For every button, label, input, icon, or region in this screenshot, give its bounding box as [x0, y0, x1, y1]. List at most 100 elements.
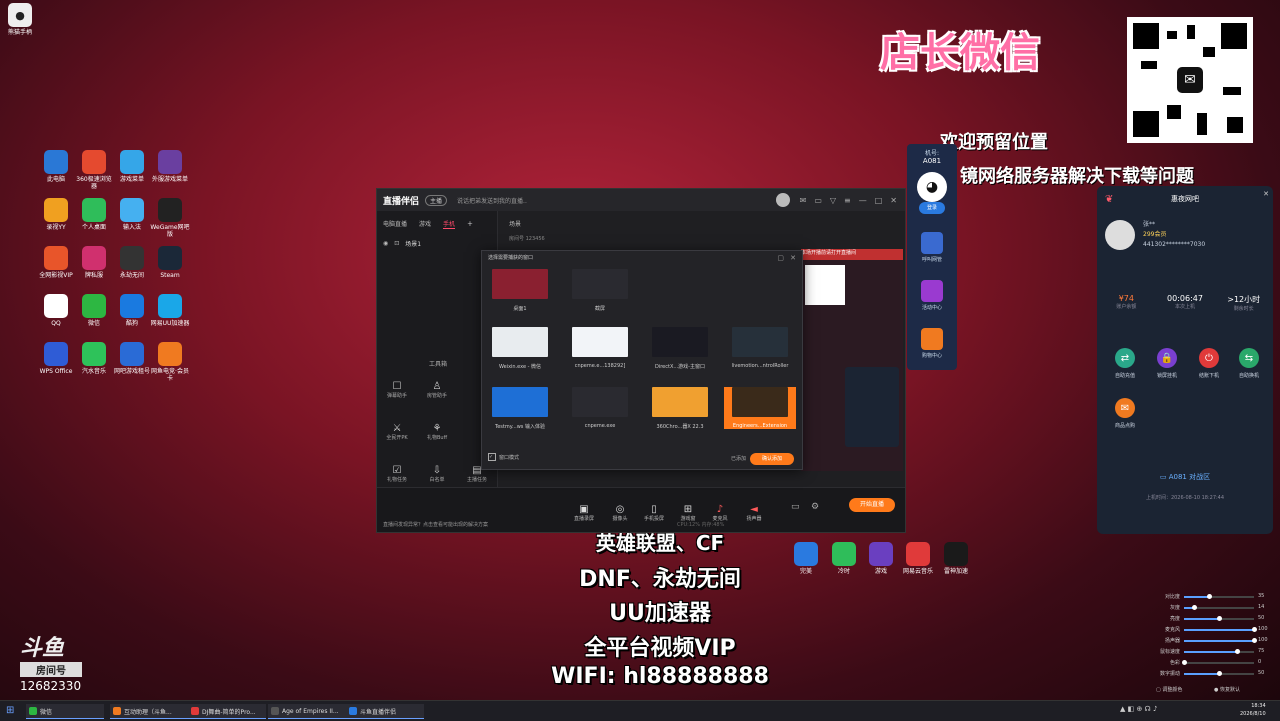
screen-record-button[interactable]: ▣ 直播录屏: [569, 504, 599, 522]
lock-icon[interactable]: ⊡: [394, 240, 399, 247]
desktop-icon-3[interactable]: 外服游戏菜单: [150, 150, 190, 183]
start-live-button[interactable]: 开始直播: [849, 498, 895, 512]
slider-knob[interactable]: [1217, 616, 1222, 621]
taskbar-app-2[interactable]: DJ舞曲-简单的Pro...: [188, 704, 266, 719]
login-button[interactable]: 登录: [919, 202, 945, 214]
desktop-icon-0[interactable]: 此电脑: [36, 150, 76, 183]
add-tab-icon[interactable]: ＋: [467, 219, 473, 229]
desktop-icon-18[interactable]: 网吧游戏租号: [112, 342, 152, 375]
shop-center-item[interactable]: 购物中心: [917, 328, 947, 359]
visibility-icon[interactable]: ◉: [383, 240, 388, 247]
window-thumbnail[interactable]: 桌面1: [484, 269, 556, 312]
desktop-icon-2[interactable]: 游戏菜单: [112, 150, 152, 183]
slider-track[interactable]: [1184, 616, 1254, 621]
window-mode-option[interactable]: ✓ 窗口模式: [488, 453, 519, 461]
menu-icon[interactable]: ≡: [844, 196, 851, 205]
microphone-button[interactable]: ♪ 麦克风: [705, 504, 735, 522]
desktop-icon-11[interactable]: Steam: [150, 246, 190, 279]
desktop-icon-9[interactable]: 牌私服: [74, 246, 114, 279]
app-notice[interactable]: 说话把弟发送到我的直播..: [457, 196, 527, 205]
scene-tab[interactable]: 场景: [509, 219, 521, 228]
window-thumbnail[interactable]: 截屏: [564, 269, 636, 312]
window-thumbnail[interactable]: Testmy...ws 输入体验: [484, 387, 556, 430]
desktop-icon-17[interactable]: 汽水音乐: [74, 342, 114, 375]
settings-icon[interactable]: ⚙: [811, 502, 819, 512]
activity-center-item[interactable]: 活动中心: [917, 280, 947, 311]
slider-knob[interactable]: [1206, 594, 1212, 599]
desktop-icon-15[interactable]: 网易UU加速器: [150, 294, 190, 327]
panel-close-icon[interactable]: ✕: [1263, 190, 1269, 198]
desktop-icon-12[interactable]: QQ: [36, 294, 76, 327]
slider-knob[interactable]: [1252, 627, 1257, 632]
window-thumbnail[interactable]: Weixin.exe - 微信: [484, 327, 556, 370]
taskbar-app-4[interactable]: 斗鱼直播伴侣: [346, 704, 424, 719]
bottom-desktop-icon-3[interactable]: 网易云音乐: [898, 542, 938, 575]
taskbar-app-3[interactable]: Age of Empires II...: [268, 704, 346, 719]
gift-task-tool[interactable]: ☑ 礼物任务: [383, 465, 411, 483]
panel-button-0[interactable]: ⇄ 自助充值: [1105, 348, 1145, 379]
confirm-add-button[interactable]: 确认添加: [750, 453, 794, 465]
speaker-button[interactable]: ◄ 扬声器: [739, 504, 769, 522]
desktop-icon-4[interactable]: 录视YY: [36, 198, 76, 231]
bottom-desktop-icon-4[interactable]: 雷神加速: [936, 542, 976, 575]
panel-button-4[interactable]: ✉ 商品点购: [1105, 398, 1145, 429]
start-menu-icon[interactable]: ⊞: [6, 705, 14, 716]
game-window-button[interactable]: ⊞ 游戏窗: [673, 504, 703, 522]
desktop-icon-panda[interactable]: ● 熊猫手柄: [0, 3, 40, 36]
minimize-icon[interactable]: —: [859, 196, 867, 205]
record-icon[interactable]: ▭: [791, 502, 800, 512]
desktop-icon-1[interactable]: 360极速浏览器: [74, 150, 114, 190]
panel-button-3[interactable]: ⇆ 自助换机: [1229, 348, 1269, 379]
desktop-icon-8[interactable]: 全网影视VIP: [36, 246, 76, 279]
adjust-color-option[interactable]: ▢ 调整颜色: [1156, 686, 1182, 693]
call-admin-item[interactable]: 呼叫网管: [917, 232, 947, 263]
gift-buff-tool[interactable]: ⚘ 礼物Buff: [423, 423, 451, 441]
slider-track[interactable]: [1184, 627, 1257, 632]
tab-pc-live[interactable]: 电脑直播: [383, 219, 407, 229]
footer-notice[interactable]: 直播间发现异常？点击查看可能出现的解决方案: [383, 521, 488, 528]
reset-default-option[interactable]: ● 恢复默认: [1214, 686, 1240, 693]
dialog-restore-icon[interactable]: ▢: [777, 254, 784, 262]
tray-icons[interactable]: ▲ ◧ ⊕ ☊ ♪: [1120, 705, 1157, 713]
window-thumbnail[interactable]: Engineers...Extension: [724, 387, 796, 429]
danmaku-helper-tool[interactable]: ☐ 弹幕助手: [383, 381, 411, 399]
scene-label[interactable]: 场景1: [405, 239, 421, 248]
user-avatar[interactable]: [775, 193, 790, 207]
slider-track[interactable]: [1184, 649, 1254, 654]
room-manager-tool[interactable]: ♙ 房管助手: [423, 381, 451, 399]
window-thumbnail[interactable]: livemotion...ntrolRoller: [724, 327, 796, 369]
pk-tool[interactable]: ⚔ 全民开PK: [383, 423, 411, 441]
slider-track[interactable]: [1184, 671, 1254, 676]
window-thumbnail[interactable]: 360Chro...器X 22.3: [644, 387, 716, 430]
mail-icon[interactable]: ✉: [800, 196, 807, 205]
desktop-icon-10[interactable]: 永劫无间: [112, 246, 152, 279]
dialog-close-icon[interactable]: ✕: [790, 254, 796, 262]
taskbar-app-1[interactable]: 互动助理（斗鱼...: [110, 704, 188, 719]
bottom-desktop-icon-0[interactable]: 完美: [786, 542, 826, 575]
desktop-icon-5[interactable]: 个人桌面: [74, 198, 114, 231]
desktop-icon-7[interactable]: WeGame网吧版: [150, 198, 190, 238]
slider-track[interactable]: [1184, 638, 1257, 643]
window-thumbnail[interactable]: cnpeme.exe: [564, 387, 636, 429]
clock[interactable]: 18:34 2026/8/10: [1240, 702, 1266, 718]
close-icon[interactable]: ✕: [890, 196, 897, 205]
taskbar-app-0[interactable]: 微信: [26, 704, 104, 719]
skin-icon[interactable]: ▽: [830, 196, 836, 205]
checkbox-icon[interactable]: ✓: [488, 453, 496, 461]
slider-knob[interactable]: [1182, 660, 1187, 665]
camera-button[interactable]: ◎ 摄像头: [605, 504, 635, 522]
phone-cast-button[interactable]: ▯ 手机投屏: [639, 504, 669, 522]
slider-track[interactable]: [1184, 594, 1254, 599]
whitelist-tool[interactable]: ⇩ 白名单: [423, 465, 451, 483]
slider-knob[interactable]: [1234, 649, 1240, 654]
desktop-icon-19[interactable]: 网鱼电竞·会员卡: [150, 342, 190, 382]
window-thumbnail[interactable]: cnpeme.e...138292]: [564, 327, 636, 369]
bottom-desktop-icon-1[interactable]: 冷时: [824, 542, 864, 575]
added-button[interactable]: 已添加: [731, 455, 746, 462]
slider-track[interactable]: [1182, 660, 1254, 665]
slider-knob[interactable]: [1252, 638, 1257, 643]
message-icon[interactable]: ▭: [814, 196, 822, 205]
desktop-icon-13[interactable]: 微信: [74, 294, 114, 327]
bottom-desktop-icon-2[interactable]: 游戏: [861, 542, 901, 575]
desktop-icon-14[interactable]: 酷狗: [112, 294, 152, 327]
